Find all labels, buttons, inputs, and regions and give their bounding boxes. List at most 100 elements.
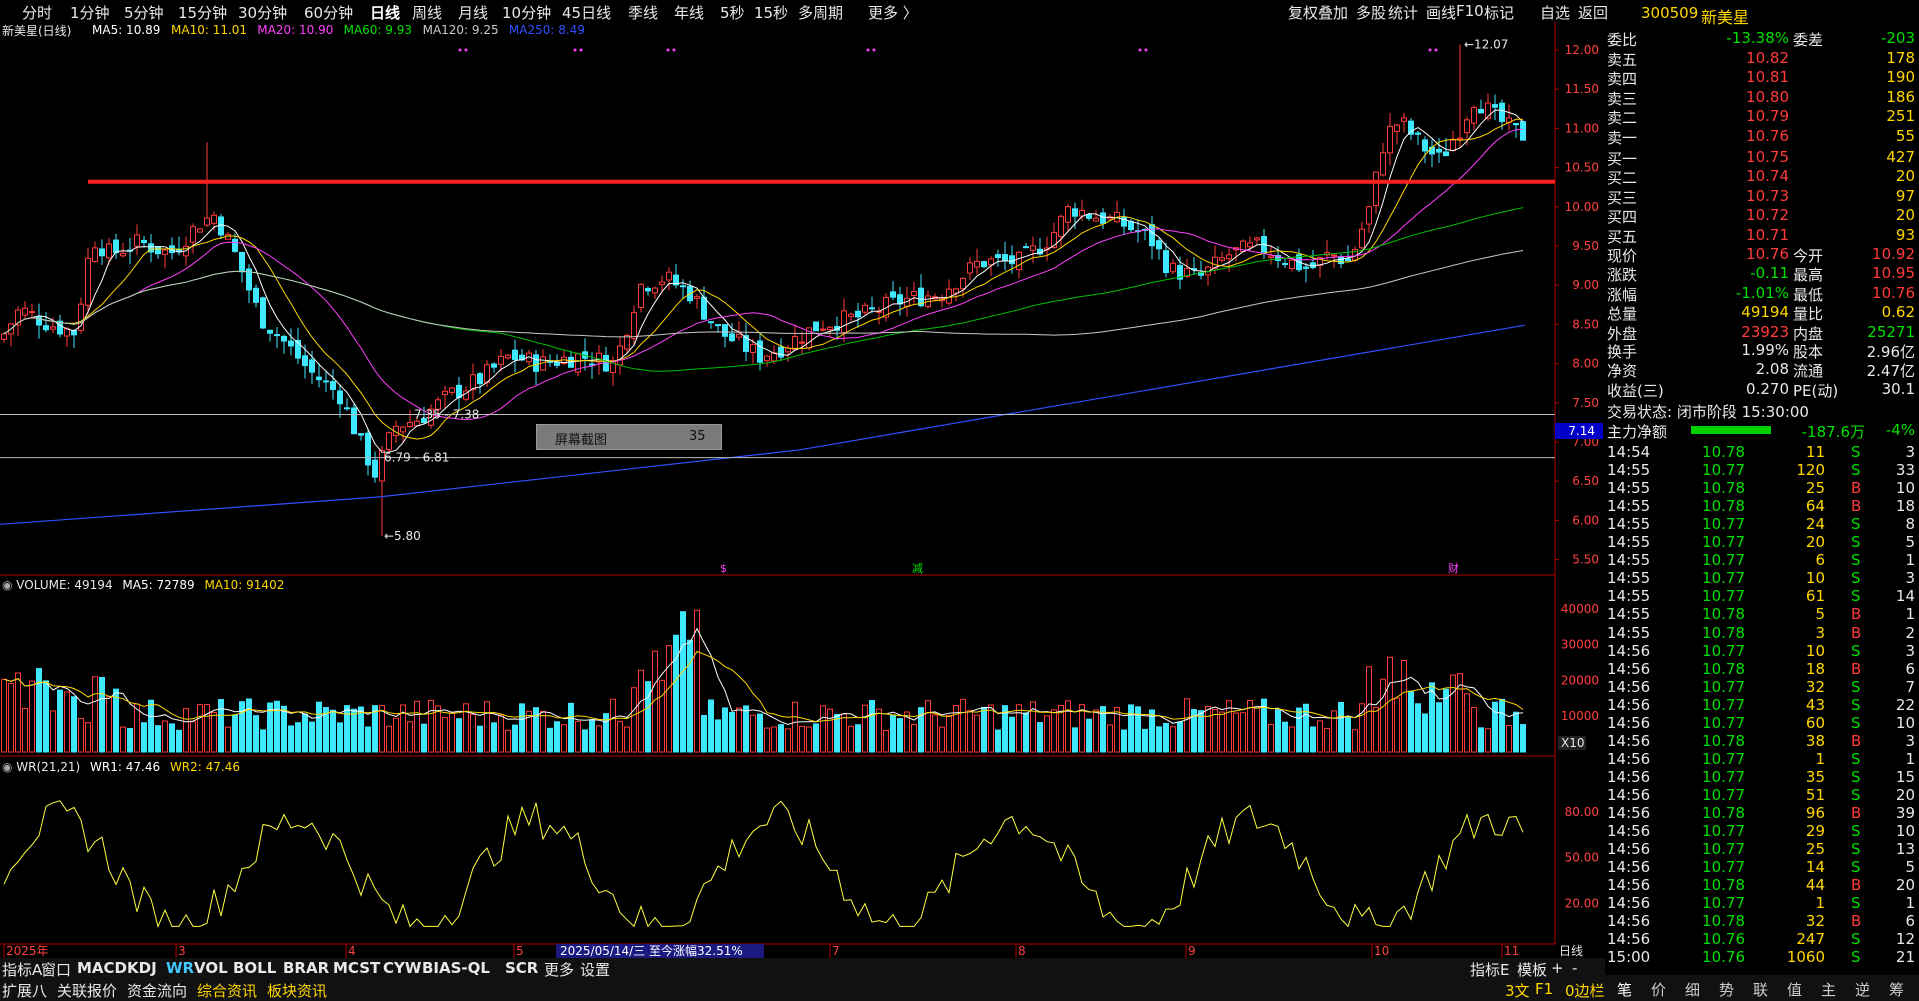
- side-tab[interactable]: 细: [1685, 979, 1700, 1000]
- volume-bar: [778, 724, 784, 753]
- period-tab[interactable]: 1分钟: [70, 2, 110, 23]
- indicator-tab[interactable]: 窗口: [41, 959, 71, 980]
- tick-row: 14:56 10.78 18 B 6: [1605, 660, 1919, 678]
- side-tab[interactable]: 逆: [1855, 979, 1870, 1000]
- indicator-tab[interactable]: BIAS-QL: [422, 959, 490, 977]
- kline-chart-area[interactable]: 12.00 11.50 11.00 10.50 10.00 9.50 9.00 8.50 8.0…: [0, 22, 1605, 972]
- period-tab[interactable]: 年线: [674, 2, 704, 23]
- sidebar-toggle[interactable]: F1: [1535, 980, 1553, 998]
- period-tab[interactable]: 60分钟: [304, 2, 353, 23]
- period-tab[interactable]: 15秒: [754, 2, 788, 23]
- indicator-tab[interactable]: KDJ: [127, 959, 157, 977]
- book-row[interactable]: 买二 10.74 20: [1605, 167, 1919, 187]
- template-button[interactable]: 模板: [1517, 959, 1547, 980]
- event-marker[interactable]: 财: [1448, 561, 1459, 575]
- book-row[interactable]: 卖五 10.82 178: [1605, 49, 1919, 69]
- book-row[interactable]: 买一 10.75 427: [1605, 148, 1919, 168]
- book-row[interactable]: 卖四 10.81 190: [1605, 68, 1919, 88]
- side-tab[interactable]: 联: [1753, 979, 1768, 1000]
- candle-body: [652, 287, 658, 294]
- side-tab[interactable]: 价: [1651, 979, 1666, 1000]
- indicator-tab[interactable]: WR: [166, 959, 194, 977]
- toolbar-button[interactable]: 标记: [1484, 2, 1514, 23]
- period-tab[interactable]: 多周期: [798, 2, 843, 23]
- candle-body: [813, 321, 819, 332]
- period-tab[interactable]: 季线: [628, 2, 658, 23]
- legend-toggle-icon[interactable]: ◉: [2, 578, 16, 592]
- indicator-tab[interactable]: VOL: [194, 959, 228, 977]
- template-button[interactable]: -: [1572, 959, 1577, 977]
- side-tab[interactable]: 主: [1821, 979, 1836, 1000]
- info-tab[interactable]: 关联报价: [57, 980, 117, 1001]
- period-tab[interactable]: 45日线: [562, 2, 611, 23]
- screenshot-popup[interactable]: 屏幕截图 35: [536, 424, 722, 450]
- period-tab[interactable]: 5秒: [720, 2, 745, 23]
- template-button[interactable]: +: [1551, 959, 1564, 977]
- indicator-tab[interactable]: 指标A: [2, 959, 42, 980]
- indicator-tab[interactable]: 更多: [544, 959, 574, 980]
- info-tab[interactable]: 综合资讯: [197, 980, 257, 1001]
- side-tab[interactable]: 值: [1787, 979, 1802, 1000]
- volume-bar: [505, 729, 511, 753]
- book-price: 10.81: [1746, 68, 1789, 87]
- toolbar-button[interactable]: 统计: [1388, 2, 1418, 23]
- book-volume: 93: [1895, 225, 1915, 244]
- volume-bar: [589, 719, 595, 753]
- volume-bar: [1506, 724, 1512, 753]
- info-tab[interactable]: 资金流向: [127, 980, 187, 1001]
- x-axis-label: 11: [1504, 944, 1519, 958]
- volume-bar: [883, 729, 889, 753]
- indicator-tab[interactable]: MCST: [333, 959, 380, 977]
- sidebar-toggle[interactable]: 3文: [1505, 980, 1530, 1001]
- period-tab[interactable]: 日线: [370, 2, 400, 23]
- indicator-tab[interactable]: BOLL: [233, 959, 276, 977]
- period-tab[interactable]: 周线: [412, 2, 442, 23]
- toolbar-button[interactable]: 复权: [1288, 2, 1318, 23]
- indicator-tab[interactable]: CYW: [383, 959, 421, 977]
- legend-toggle-icon[interactable]: ◉: [2, 760, 16, 774]
- book-row[interactable]: 卖二 10.79 251: [1605, 107, 1919, 127]
- period-tab[interactable]: 30分钟: [238, 2, 287, 23]
- period-tab[interactable]: 更多 〉: [868, 2, 918, 23]
- period-tab[interactable]: 5分钟: [124, 2, 164, 23]
- template-button[interactable]: 指标E: [1470, 959, 1509, 980]
- info-tab[interactable]: 板块资讯: [267, 980, 327, 1001]
- period-tab[interactable]: 10分钟: [502, 2, 551, 23]
- period-tab[interactable]: 月线: [458, 2, 488, 23]
- volume-bar: [1520, 724, 1526, 753]
- toolbar-button[interactable]: 自选: [1540, 2, 1570, 23]
- book-row[interactable]: 卖一 10.76 55: [1605, 127, 1919, 147]
- info-tab[interactable]: 扩展八: [2, 980, 47, 1001]
- volume-bar: [1408, 690, 1414, 753]
- candle-body: [442, 390, 448, 396]
- toolbar-button[interactable]: 叠加: [1318, 2, 1348, 23]
- sidebar-toggle[interactable]: 0边栏: [1565, 980, 1605, 1001]
- indicator-tab[interactable]: 设置: [580, 959, 610, 980]
- tick-row: 15:00 10.76 1060 S 21: [1605, 948, 1919, 966]
- toolbar-button[interactable]: F10: [1456, 2, 1484, 20]
- side-tab[interactable]: 筹: [1889, 979, 1904, 1000]
- indicator-tab[interactable]: MACD: [77, 959, 127, 977]
- indicator-tab[interactable]: SCR: [505, 959, 538, 977]
- side-tab[interactable]: 势: [1719, 979, 1734, 1000]
- book-row[interactable]: 卖三 10.80 186: [1605, 88, 1919, 108]
- book-row[interactable]: 买五 10.71 93: [1605, 225, 1919, 246]
- period-tab[interactable]: 分时: [22, 2, 52, 23]
- volume-bar: [1212, 708, 1218, 753]
- event-marker[interactable]: $: [720, 562, 727, 575]
- candle-body: [449, 387, 455, 393]
- event-marker[interactable]: 减: [912, 562, 923, 575]
- book-label: 买四: [1607, 208, 1638, 227]
- toolbar-button[interactable]: 多股: [1356, 2, 1386, 23]
- toolbar-button[interactable]: 返回: [1578, 2, 1608, 23]
- book-row[interactable]: 买三 10.73 97: [1605, 187, 1919, 207]
- candle-body: [981, 261, 987, 268]
- period-tab[interactable]: 15分钟: [178, 2, 227, 23]
- candle-body: [1408, 120, 1414, 135]
- toolbar-button[interactable]: 画线: [1426, 2, 1456, 23]
- book-row[interactable]: 买四 10.72 20: [1605, 206, 1919, 227]
- indicator-tab[interactable]: BRAR: [283, 959, 329, 977]
- tick-row: 14:56 10.76 247 S 12: [1605, 930, 1919, 948]
- side-tab[interactable]: 笔: [1617, 979, 1632, 1000]
- stat-label: PE(动): [1793, 381, 1839, 400]
